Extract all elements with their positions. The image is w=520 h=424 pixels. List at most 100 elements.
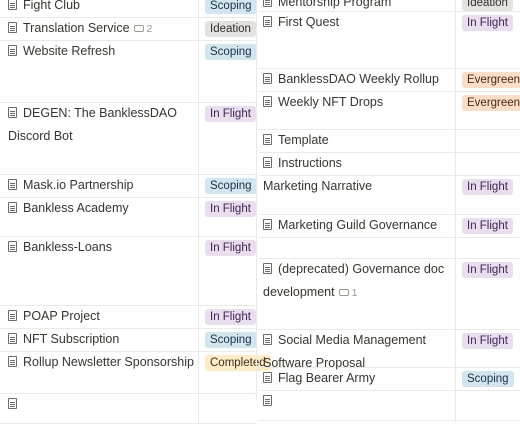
- status-badge: In Flight: [205, 240, 256, 256]
- row-title: NFT Subscription: [23, 332, 120, 346]
- column-divider: [256, 0, 257, 400]
- status-badge: Scoping: [205, 332, 257, 348]
- status-cell[interactable]: In Flight: [455, 258, 520, 329]
- page-document-icon: [263, 334, 272, 345]
- board-row[interactable]: Bankless-Loans In Flight: [0, 236, 256, 306]
- status-cell[interactable]: Evergreen: [455, 91, 520, 129]
- row-title-cell[interactable]: NFT Subscription: [8, 328, 194, 351]
- page-document-icon: [263, 16, 272, 27]
- status-cell[interactable]: In Flight: [455, 11, 520, 68]
- status-cell[interactable]: In Flight: [198, 197, 256, 236]
- board-row[interactable]: Marketing Guild Governance In Flight: [259, 214, 520, 238]
- row-title-cell[interactable]: Marketing Narrative: [263, 175, 451, 198]
- status-cell[interactable]: Ideation: [198, 17, 256, 40]
- comment-count-value: 1: [351, 287, 358, 299]
- row-title-cell[interactable]: Bankless Academy: [8, 197, 194, 220]
- row-title-cell[interactable]: Translation Service 2: [8, 17, 194, 41]
- row-title: Template: [278, 133, 329, 147]
- board-row[interactable]: NFT Subscription Scoping: [0, 328, 257, 352]
- status-badge: Scoping: [462, 371, 514, 387]
- status-cell[interactable]: [455, 390, 520, 420]
- page-document-icon: [8, 107, 17, 118]
- status-badge: Ideation: [205, 21, 256, 37]
- row-title-cell[interactable]: POAP Project: [8, 305, 194, 328]
- board-row[interactable]: Instructions: [259, 152, 520, 176]
- row-title: Rollup Newsletter Sponsorship: [23, 355, 194, 369]
- row-title: DEGEN: The BanklessDAO Discord Bot: [8, 106, 177, 143]
- row-title-cell[interactable]: First Quest: [263, 11, 451, 34]
- board-row[interactable]: [259, 390, 520, 421]
- status-cell[interactable]: [455, 237, 520, 258]
- row-title-cell[interactable]: DEGEN: The BanklessDAO Discord Bot: [8, 102, 194, 148]
- status-badge: Evergreen: [462, 95, 520, 111]
- board-row[interactable]: BanklessDAO Weekly Rollup Evergreen: [259, 68, 520, 92]
- row-title-cell[interactable]: Fight Club: [8, 0, 194, 17]
- page-document-icon: [8, 179, 17, 190]
- row-title-cell[interactable]: [263, 390, 451, 413]
- status-badge: In Flight: [205, 106, 256, 122]
- board-row[interactable]: First Quest In Flight: [259, 11, 520, 69]
- row-title-cell[interactable]: BanklessDAO Weekly Rollup: [263, 68, 451, 91]
- status-badge: In Flight: [205, 201, 256, 217]
- status-cell[interactable]: In Flight: [455, 175, 520, 214]
- status-cell[interactable]: [455, 129, 520, 152]
- status-cell[interactable]: Evergreen: [455, 68, 520, 91]
- page-document-icon: [8, 45, 17, 56]
- row-title-cell[interactable]: Instructions: [263, 152, 451, 175]
- status-cell[interactable]: Scoping: [198, 328, 257, 351]
- board-row[interactable]: Weekly NFT Drops Evergreen: [259, 91, 520, 130]
- status-cell[interactable]: In Flight: [455, 329, 520, 367]
- row-title-cell[interactable]: Mask.io Partnership: [8, 174, 194, 197]
- board-row[interactable]: Translation Service 2 Ideation: [0, 17, 256, 41]
- status-cell[interactable]: In Flight: [198, 102, 256, 174]
- page-document-icon: [263, 219, 272, 230]
- row-title-cell[interactable]: (deprecated) Governance doc development 1: [263, 258, 451, 305]
- board-row[interactable]: (deprecated) Governance doc development 1…: [259, 258, 520, 330]
- status-cell[interactable]: Completed: [198, 351, 271, 393]
- board-row[interactable]: Social Media Management Software Proposa…: [259, 329, 520, 370]
- board-row[interactable]: POAP Project In Flight: [0, 305, 256, 329]
- status-badge: Evergreen: [462, 72, 520, 88]
- status-cell[interactable]: [455, 152, 520, 175]
- board-row[interactable]: Marketing Narrative In Flight: [259, 175, 520, 215]
- comment-icon: [338, 289, 349, 296]
- status-cell[interactable]: Scoping: [198, 174, 257, 197]
- status-cell[interactable]: In Flight: [198, 236, 256, 305]
- status-cell[interactable]: In Flight: [198, 305, 256, 328]
- board-row[interactable]: Flag Bearer Army Scoping: [259, 367, 520, 391]
- row-title-cell[interactable]: Website Refresh: [8, 40, 194, 63]
- status-cell[interactable]: In Flight: [455, 214, 520, 237]
- row-title: Marketing Narrative: [263, 179, 373, 193]
- row-title-cell[interactable]: Rollup Newsletter Sponsorship: [8, 351, 194, 374]
- status-cell[interactable]: [198, 393, 255, 423]
- page-document-icon: [8, 0, 17, 10]
- board-row[interactable]: Website Refresh Scoping: [0, 40, 257, 103]
- comment-count[interactable]: 1: [338, 287, 358, 299]
- row-title-cell[interactable]: [8, 393, 194, 416]
- status-badge: In Flight: [462, 15, 513, 31]
- row-title-cell[interactable]: Marketing Guild Governance: [263, 214, 451, 237]
- comment-count[interactable]: 2: [133, 23, 152, 35]
- page-document-icon: [263, 372, 272, 383]
- status-cell[interactable]: Scoping: [198, 40, 257, 102]
- status-cell[interactable]: Scoping: [198, 0, 257, 17]
- row-title-cell[interactable]: Bankless-Loans: [8, 236, 194, 259]
- row-title-cell[interactable]: Flag Bearer Army: [263, 367, 451, 390]
- page-document-icon: [8, 356, 17, 367]
- board-row[interactable]: [259, 237, 520, 259]
- page-document-icon: [8, 333, 17, 344]
- board-row[interactable]: [0, 393, 255, 424]
- board-row[interactable]: Fight Club Scoping: [0, 0, 257, 18]
- row-title-cell[interactable]: Template: [263, 129, 451, 152]
- status-cell[interactable]: Scoping: [455, 367, 520, 390]
- row-title-cell[interactable]: Weekly NFT Drops: [263, 91, 451, 114]
- board-row[interactable]: DEGEN: The BanklessDAO Discord Bot In Fli…: [0, 102, 256, 175]
- board-row[interactable]: Mask.io Partnership Scoping: [0, 174, 257, 198]
- page-document-icon: [263, 73, 272, 84]
- board-row[interactable]: Bankless Academy In Flight: [0, 197, 256, 237]
- board-row[interactable]: Template: [259, 129, 520, 153]
- row-title: Weekly NFT Drops: [278, 95, 384, 109]
- status-cell[interactable]: Ideation: [455, 0, 520, 11]
- row-title: Mask.io Partnership: [23, 178, 134, 192]
- board-row[interactable]: Rollup Newsletter Sponsorship Completed: [0, 351, 271, 394]
